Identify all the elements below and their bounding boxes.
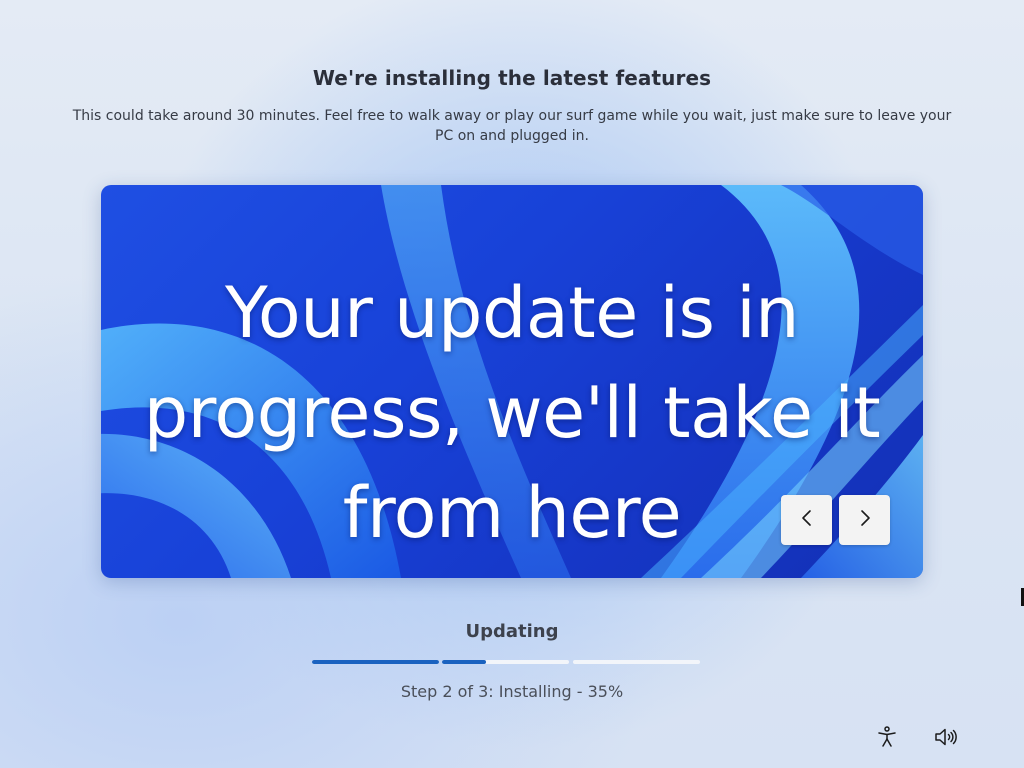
progress-segment-1 bbox=[312, 660, 439, 664]
chevron-left-icon bbox=[800, 508, 814, 532]
chevron-right-icon bbox=[858, 508, 872, 532]
accessibility-icon bbox=[875, 725, 899, 753]
page-subtitle: This could take around 30 minutes. Feel … bbox=[72, 108, 952, 144]
accessibility-button[interactable] bbox=[874, 726, 900, 752]
update-carousel: Your update is in progress, we'll take i… bbox=[101, 185, 923, 578]
volume-button[interactable] bbox=[933, 726, 959, 752]
page-title: We're installing the latest features bbox=[312, 66, 712, 90]
step-progress-bar bbox=[312, 660, 702, 664]
progress-segment-2 bbox=[442, 660, 569, 664]
volume-icon bbox=[933, 725, 959, 753]
status-title: Updating bbox=[465, 621, 559, 642]
step-status-text: Step 2 of 3: Installing - 35% bbox=[400, 682, 624, 701]
previous-slide-button[interactable] bbox=[781, 495, 832, 545]
next-slide-button[interactable] bbox=[839, 495, 890, 545]
progress-segment-3 bbox=[573, 660, 700, 664]
